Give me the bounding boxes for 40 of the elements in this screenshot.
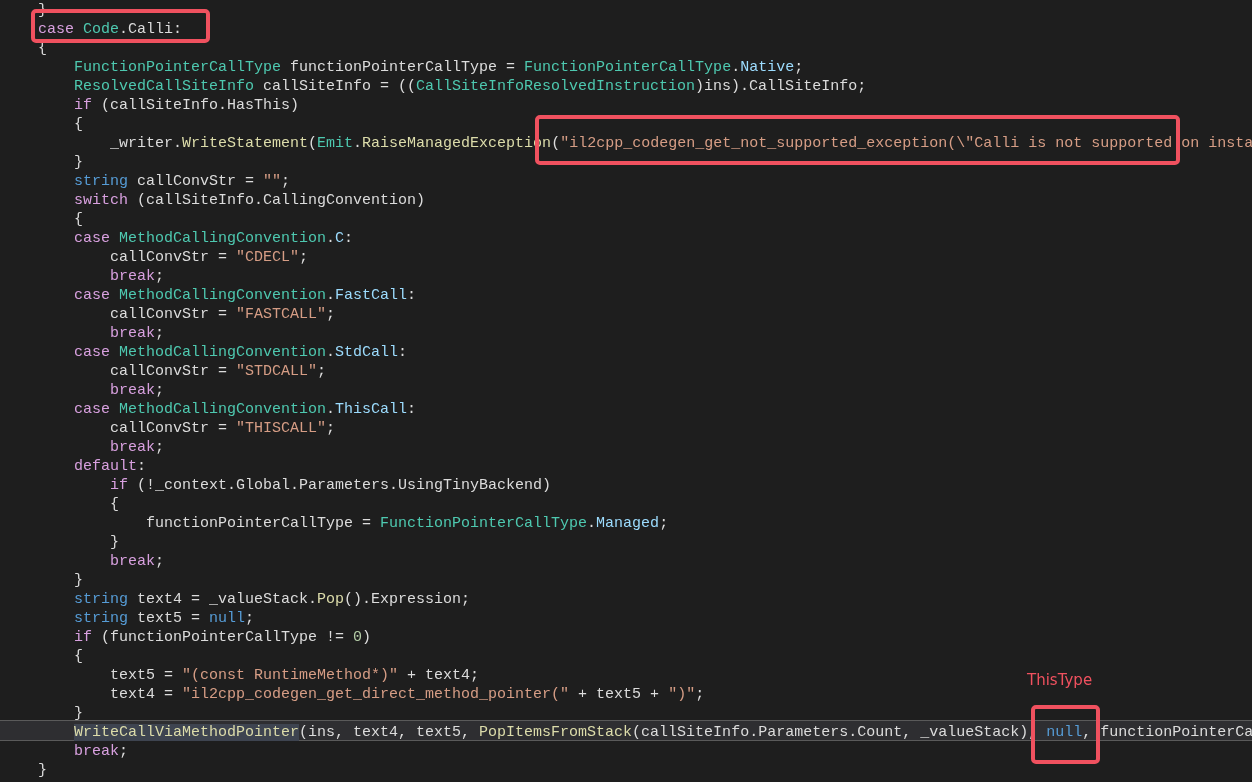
code-line: { [74,115,83,134]
code-line: break; [110,381,165,400]
code-line: if (functionPointerCallType != 0) [74,628,372,647]
code-line: functionPointerCallType = FunctionPointerCallType.Managed; [146,514,669,533]
code-line: callConvStr = "THISCALL"; [110,419,336,438]
code-line: text5 = "(const RuntimeMethod*)" + text4; [110,666,480,685]
code-line: if (!_context.Global.Parameters.UsingTinyBackend) [110,476,552,495]
code-line: { [74,647,83,666]
code-line: break; [110,552,165,571]
code-line: string text5 = null; [74,609,255,628]
code-line: callConvStr = "CDECL"; [110,248,309,267]
code-line: switch (callSiteInfo.CallingConvention) [74,191,426,210]
code-line: text4 = "il2cpp_codegen_get_direct_method_pointer(" + text5 + ")"; [110,685,705,704]
code-line: } [110,533,119,552]
code-line: break; [110,324,165,343]
code-line: ResolvedCallSiteInfo callSiteInfo = ((CallSiteInfoResolvedInstruction)ins).CallSiteInfo; [74,77,867,96]
code-line: callConvStr = "STDCALL"; [110,362,327,381]
code-line: string callConvStr = ""; [74,172,291,191]
code-line: break; [110,267,165,286]
code-line: default: [74,457,147,476]
code-line: { [110,495,119,514]
code-line: WriteCallViaMethodPointer(ins, text4, text5, PopItemsFromStack(callSiteInfo.Parameters.Count, _valueStack), null, functionPointerCa [74,723,1252,742]
code-line: } [74,153,83,172]
code-line: break; [74,742,129,761]
code-line: case MethodCallingConvention.FastCall: [74,286,417,305]
annotation-box [1031,705,1100,764]
code-line: case MethodCallingConvention.ThisCall: [74,400,417,419]
code-line: } [74,704,83,723]
code-line: if (callSiteInfo.HasThis) [74,96,300,115]
code-line: case MethodCallingConvention.StdCall: [74,343,408,362]
code-line: } [74,571,83,590]
code-line: } [38,761,47,780]
code-line: case Code.Calli: [38,20,183,39]
code-line: case MethodCallingConvention.C: [74,229,354,248]
annotation-label: ThisType [1027,671,1093,689]
code-line: FunctionPointerCallType functionPointerCallType = FunctionPointerCallType.Native; [74,58,804,77]
code-line: string text4 = _valueStack.Pop().Expression; [74,590,471,609]
code-line: { [74,210,83,229]
code-line: callConvStr = "FASTCALL"; [110,305,336,324]
code-line: break; [110,438,165,457]
